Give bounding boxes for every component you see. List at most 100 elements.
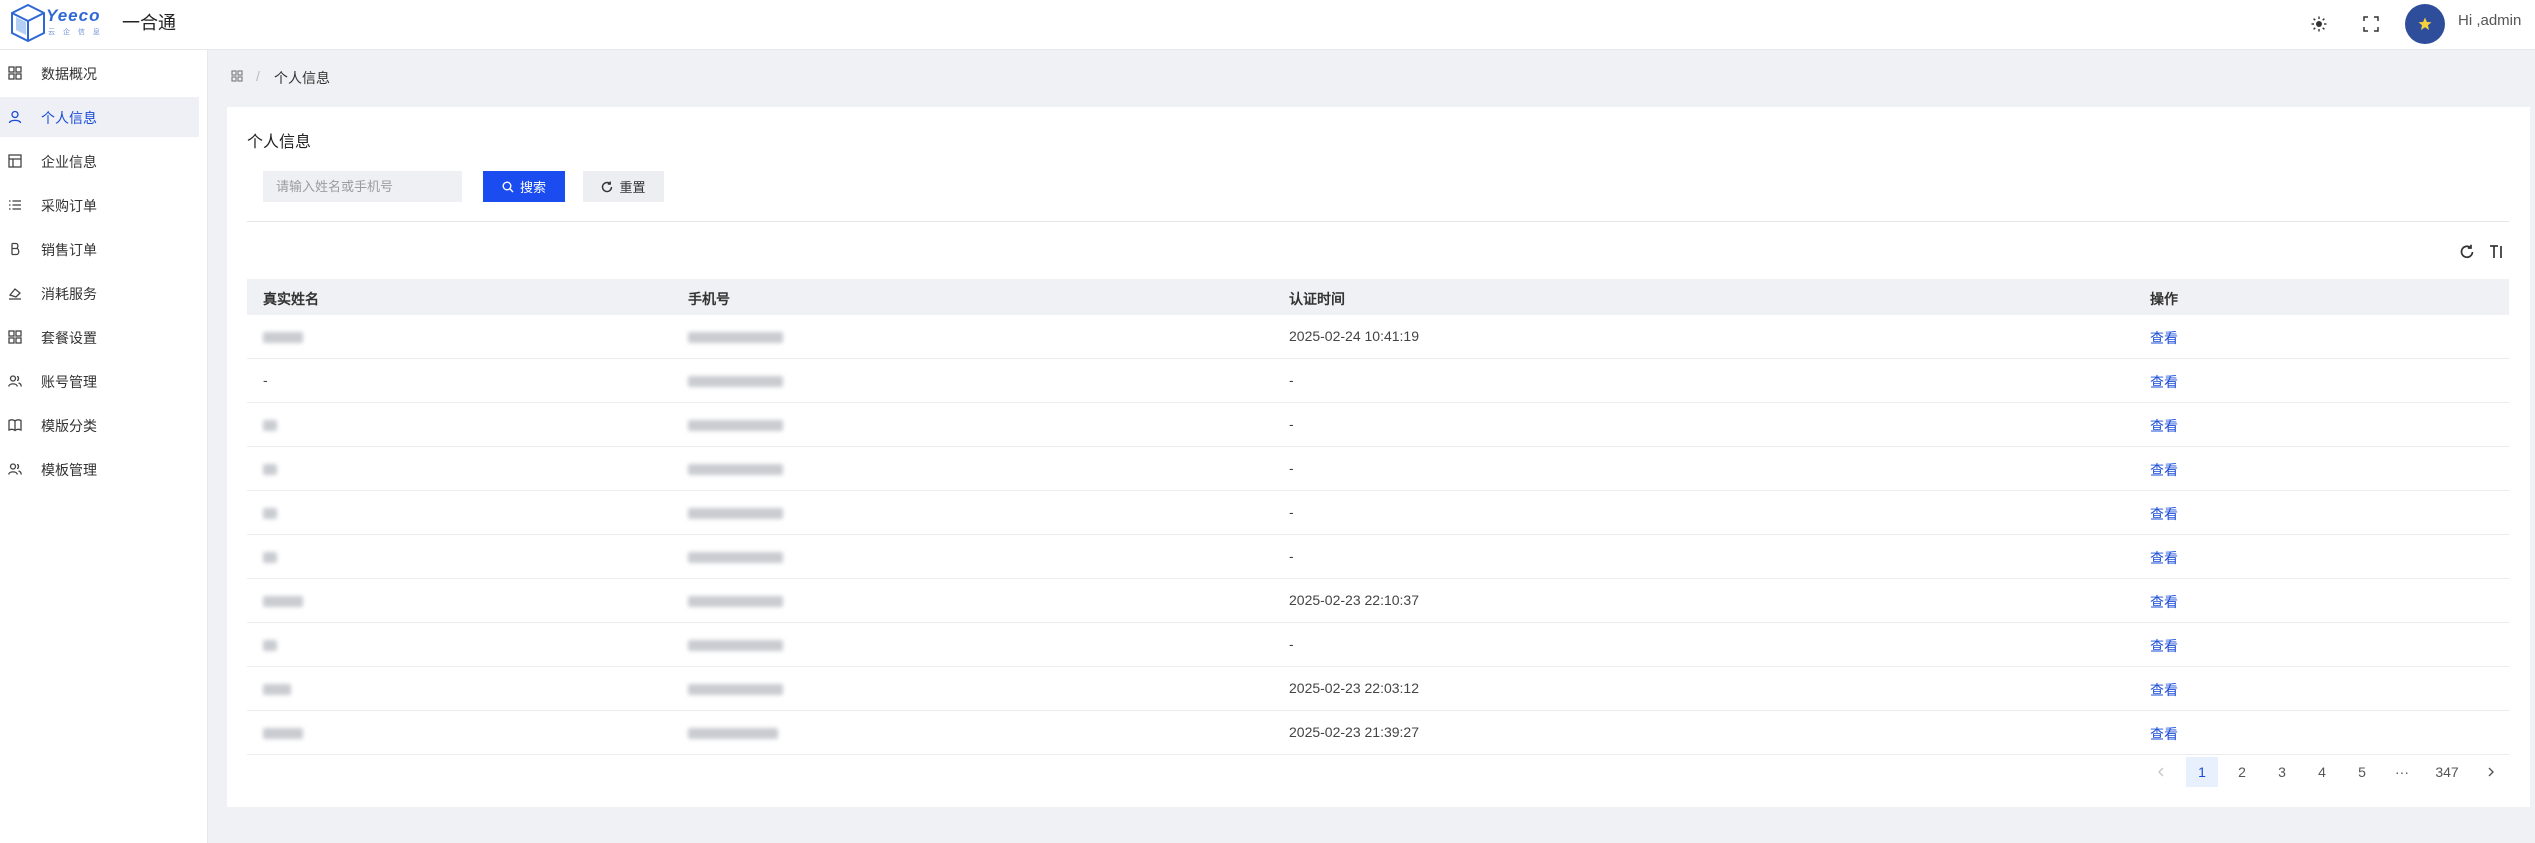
search-button-label: 搜索: [519, 180, 546, 195]
divider: [247, 221, 2509, 222]
sidebar-item-label: 采购订单: [41, 198, 97, 214]
next-page-button[interactable]: [2475, 757, 2507, 787]
bitcoin-icon: [11, 242, 20, 256]
phone-cell: [688, 592, 783, 608]
table-header: 真实姓名 手机号 认证时间 操作: [247, 279, 2509, 315]
fullscreen-button[interactable]: [2355, 8, 2387, 40]
sidebar-item-label: 销售订单: [41, 242, 97, 258]
table-row: - - 查看: [247, 359, 2509, 403]
phone-cell: [688, 328, 783, 344]
column-header-name: 真实姓名: [263, 291, 319, 307]
breadcrumb: 个人信息: [274, 70, 330, 86]
sidebar-item-personal-info[interactable]: 个人信息: [0, 97, 199, 137]
phone-cell: [688, 504, 783, 520]
view-link[interactable]: 查看: [2150, 724, 2178, 744]
phone-cell: [688, 680, 783, 696]
auth-time-cell: -: [1289, 372, 1294, 388]
view-link[interactable]: 查看: [2150, 372, 2178, 392]
chevron-left-icon: [2158, 767, 2164, 777]
refresh-icon: [2460, 244, 2474, 259]
dashboard-icon: [8, 66, 22, 80]
reset-button-label: 重置: [619, 180, 646, 195]
name-cell: [263, 504, 277, 520]
prev-page-button[interactable]: [2145, 757, 2177, 787]
view-link[interactable]: 查看: [2150, 328, 2178, 348]
name-cell: [263, 636, 277, 652]
name-cell: [263, 592, 303, 608]
page-button-2[interactable]: 2: [2226, 757, 2258, 787]
phone-cell: [688, 548, 783, 564]
search-input[interactable]: [263, 171, 462, 202]
sidebar-item-label: 账号管理: [41, 374, 97, 390]
sidebar-item-package-settings[interactable]: 套餐设置: [0, 317, 199, 357]
name-cell: -: [263, 372, 268, 388]
user-icon: [8, 110, 22, 124]
sidebar-item-account-management[interactable]: 账号管理: [0, 361, 199, 401]
home-grid-icon[interactable]: [231, 70, 243, 82]
chevron-right-icon: [2488, 767, 2494, 777]
users-icon: [8, 463, 22, 475]
phone-cell: [688, 636, 783, 652]
theme-toggle-button[interactable]: [2303, 8, 2335, 40]
page-button-last[interactable]: 347: [2430, 757, 2464, 787]
refresh-icon: [602, 181, 613, 192]
column-header-action: 操作: [2150, 291, 2178, 307]
sidebar: 数据概况 个人信息 企业信息 采购订单 销售订单 消耗服务 套餐设置 账号管理 …: [0, 50, 208, 843]
breadcrumb-separator: /: [256, 68, 260, 84]
table-refresh-button[interactable]: [2457, 242, 2477, 262]
user-greeting[interactable]: Hi ,admin: [2458, 12, 2521, 29]
view-link[interactable]: 查看: [2150, 680, 2178, 700]
phone-cell: [688, 724, 778, 740]
logo-subtext: 云 企 信 息: [48, 29, 103, 36]
avatar[interactable]: [2405, 4, 2445, 44]
table-row: - 查看: [247, 535, 2509, 579]
view-link[interactable]: 查看: [2150, 636, 2178, 656]
search-button[interactable]: 搜索: [483, 171, 565, 202]
sidebar-item-enterprise-info[interactable]: 企业信息: [0, 141, 199, 181]
sidebar-item-template-category[interactable]: 模版分类: [0, 405, 199, 445]
sidebar-item-label: 企业信息: [41, 154, 97, 170]
name-cell: [263, 680, 291, 696]
sidebar-item-sales-orders[interactable]: 销售订单: [0, 229, 199, 269]
sidebar-item-label: 套餐设置: [41, 330, 97, 346]
sidebar-item-label: 消耗服务: [41, 286, 97, 302]
personal-info-table: 真实姓名 手机号 认证时间 操作 2025-02-24 10:41:19 查看 …: [247, 279, 2509, 755]
auth-time-cell: -: [1289, 636, 1294, 652]
auth-time-cell: -: [1289, 504, 1294, 520]
auth-time-cell: 2025-02-23 21:39:27: [1289, 724, 1419, 740]
table-row: - 查看: [247, 623, 2509, 667]
name-cell: [263, 724, 303, 740]
table-row: - 查看: [247, 491, 2509, 535]
name-cell: [263, 328, 303, 344]
view-link[interactable]: 查看: [2150, 416, 2178, 436]
view-link[interactable]: 查看: [2150, 592, 2178, 612]
page-title: 个人信息: [247, 134, 312, 151]
view-link[interactable]: 查看: [2150, 504, 2178, 524]
phone-cell: [688, 416, 783, 432]
sidebar-item-consumption-service[interactable]: 消耗服务: [0, 273, 199, 313]
view-link[interactable]: 查看: [2150, 548, 2178, 568]
page-button-1[interactable]: 1: [2186, 757, 2218, 787]
phone-cell: [688, 460, 783, 476]
page-button-5[interactable]: 5: [2346, 757, 2378, 787]
users-icon: [8, 375, 22, 387]
sidebar-item-label: 模板管理: [41, 462, 97, 478]
auth-time-cell: 2025-02-23 22:10:37: [1289, 592, 1419, 608]
sidebar-item-label: 个人信息: [41, 110, 97, 126]
sidebar-item-purchase-orders[interactable]: 采购订单: [0, 185, 199, 225]
column-density-button[interactable]: [2488, 242, 2508, 262]
name-cell: [263, 416, 277, 432]
sidebar-item-template-management[interactable]: 模板管理: [0, 449, 199, 489]
page-button-3[interactable]: 3: [2266, 757, 2298, 787]
page-button-4[interactable]: 4: [2306, 757, 2338, 787]
grid-icon: [8, 330, 22, 344]
list-icon: [9, 200, 21, 210]
name-cell: [263, 460, 277, 476]
reset-button[interactable]: 重置: [583, 171, 664, 202]
view-link[interactable]: 查看: [2150, 460, 2178, 480]
book-icon: [8, 419, 22, 432]
sidebar-item-dashboard[interactable]: 数据概况: [0, 53, 199, 93]
page-ellipsis[interactable]: ···: [2386, 757, 2418, 787]
table-row: 2025-02-24 10:41:19 查看: [247, 315, 2509, 359]
table-row: - 查看: [247, 447, 2509, 491]
